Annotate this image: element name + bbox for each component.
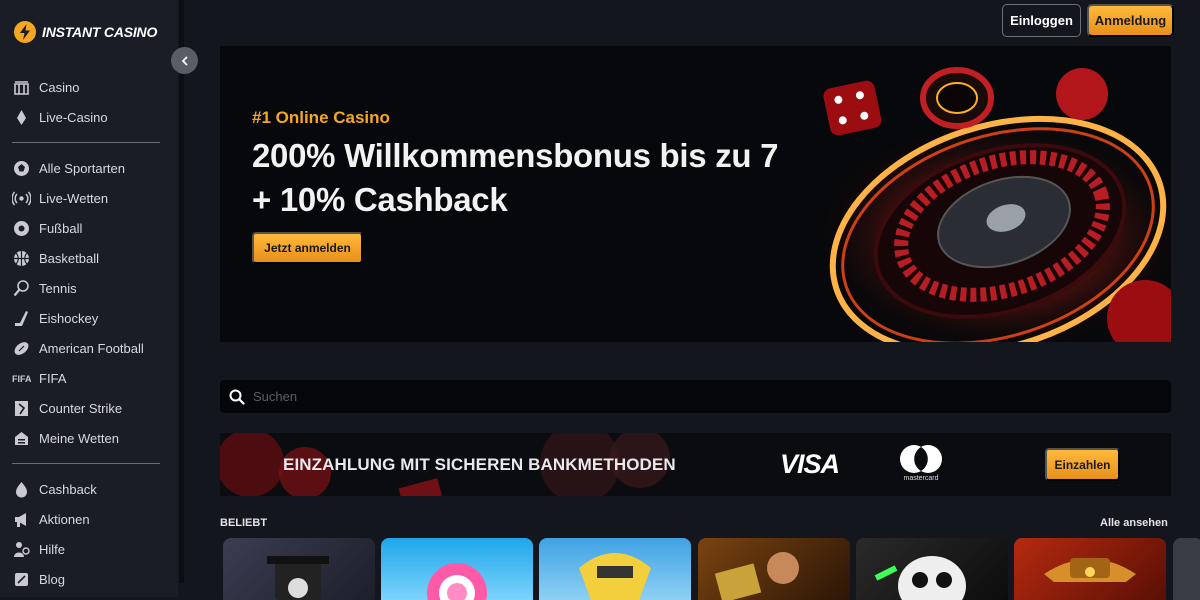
sidebar-item-my-bets[interactable]: Meine Wetten: [12, 423, 162, 453]
sidebar-item-label: Fußball: [39, 220, 83, 236]
hero-title-line-2: + 10% Cashback: [252, 181, 508, 218]
sidebar-scrollbar[interactable]: [179, 0, 184, 583]
search-icon: [229, 389, 245, 405]
login-button[interactable]: Einloggen: [1002, 4, 1081, 37]
game-tile[interactable]: [1014, 538, 1166, 600]
sidebar-item-all-sports[interactable]: Alle Sportarten: [12, 153, 162, 183]
deposit-button[interactable]: Einzahlen: [1045, 448, 1120, 481]
hero-title-line-1: 200% Willkommensbonus bis zu 7.500 €: [252, 137, 869, 174]
game-tile[interactable]: [223, 538, 375, 600]
see-all-link[interactable]: Alle ansehen: [1100, 517, 1168, 529]
sidebar-item-label: Basketball: [39, 250, 99, 266]
blog-icon: [12, 570, 31, 589]
sidebar-item-ice-hockey[interactable]: Eishockey: [12, 303, 162, 333]
sidebar-item-casino[interactable]: Casino: [12, 72, 162, 102]
sidebar-item-label: Casino: [39, 79, 80, 95]
sidebar-item-label: Meine Wetten: [39, 430, 119, 446]
cashback-icon: [12, 480, 31, 499]
sidebar-item-label: FIFA: [39, 370, 67, 386]
lightning-bolt-icon: [14, 21, 36, 43]
search-input[interactable]: [253, 389, 1153, 404]
banking-banner: EINZAHLUNG MIT SICHEREN BANKMETHODEN VIS…: [220, 433, 1171, 496]
chevron-left-icon: [181, 56, 187, 65]
hero-banner: #1 Online Casino 200% Willkommensbonus b…: [220, 46, 1171, 342]
sidebar-item-label: American Football: [39, 340, 144, 356]
collapse-sidebar-button[interactable]: [171, 47, 198, 74]
my-bets-icon: [12, 429, 31, 448]
tennis-icon: [12, 279, 31, 298]
basketball-icon: [12, 249, 31, 268]
mastercard-icon: [900, 445, 942, 473]
counter-strike-icon: [12, 399, 31, 418]
sidebar-item-tennis[interactable]: Tennis: [12, 273, 162, 303]
search-bar[interactable]: [220, 380, 1171, 413]
sidebar-item-help[interactable]: Hilfe: [12, 534, 162, 564]
sidebar-item-label: Aktionen: [39, 511, 90, 527]
banking-headline: EINZAHLUNG MIT SICHEREN BANKMETHODEN: [283, 455, 676, 474]
sidebar-divider: [12, 463, 160, 464]
sidebar-nav: Casino Live-Casino Alle Sportarten Live-Wet…: [12, 72, 162, 594]
hero-title: 200% Willkommensbonus bis zu 7.500 € + 1…: [252, 134, 868, 222]
sidebar-item-cashback[interactable]: Cashback: [12, 474, 162, 504]
help-icon: [12, 540, 31, 559]
sidebar-item-label: Live-Wetten: [39, 190, 109, 206]
mastercard-label: mastercard: [903, 475, 939, 482]
sidebar-item-blog[interactable]: Blog: [12, 564, 162, 594]
brand-logo[interactable]: INSTANT CASINO: [14, 21, 157, 43]
sidebar-item-football[interactable]: Fußball: [12, 213, 162, 243]
casino-icon: [12, 78, 31, 97]
sidebar-item-label: Eishockey: [39, 310, 99, 326]
roulette-illustration: [780, 46, 1171, 342]
sidebar: INSTANT CASINO Casino Live-Casino Alle Spo…: [0, 0, 178, 597]
game-tile[interactable]: [539, 538, 691, 600]
sidebar-item-label: Alle Sportarten: [39, 160, 125, 176]
ice-hockey-icon: [12, 309, 31, 328]
register-button[interactable]: Anmeldung: [1087, 4, 1174, 37]
game-tile[interactable]: [856, 538, 1008, 600]
football-icon: [12, 219, 31, 238]
game-tile[interactable]: [381, 538, 533, 600]
signup-now-button[interactable]: Jetzt anmelden: [252, 232, 363, 264]
game-tile[interactable]: [698, 538, 850, 600]
sidebar-item-promotions[interactable]: Aktionen: [12, 504, 162, 534]
sidebar-item-american-football[interactable]: American Football: [12, 333, 162, 363]
hero-eyebrow: #1 Online Casino: [252, 108, 390, 127]
visa-logo: VISA: [780, 449, 840, 479]
mastercard-logo: mastercard: [896, 443, 946, 487]
promotions-icon: [12, 510, 31, 529]
sidebar-item-label: Tennis: [39, 280, 77, 296]
live-casino-icon: [12, 108, 31, 127]
all-sports-icon: [12, 159, 31, 178]
sidebar-item-label: Cashback: [39, 481, 97, 497]
sidebar-item-counter-strike[interactable]: Counter Strike: [12, 393, 162, 423]
sidebar-item-fifa[interactable]: FIFA FIFA: [12, 363, 162, 393]
fifa-icon: FIFA: [12, 369, 31, 388]
sidebar-item-label: Blog: [39, 571, 66, 587]
american-football-icon: [12, 339, 31, 358]
svg-text:FIFA: FIFA: [12, 374, 31, 384]
live-bets-icon: [12, 189, 31, 208]
sidebar-item-label: Hilfe: [39, 541, 66, 557]
sidebar-divider: [12, 142, 160, 143]
brand-name: INSTANT CASINO: [42, 24, 158, 40]
sidebar-item-live-bets[interactable]: Live-Wetten: [12, 183, 162, 213]
sidebar-item-live-casino[interactable]: Live-Casino: [12, 102, 162, 132]
game-tile[interactable]: [1173, 538, 1200, 600]
popular-section-title: BELIEBT: [220, 517, 268, 529]
sidebar-item-label: Counter Strike: [39, 400, 123, 416]
sidebar-item-label: Live-Casino: [39, 109, 108, 125]
sidebar-item-basketball[interactable]: Basketball: [12, 243, 162, 273]
